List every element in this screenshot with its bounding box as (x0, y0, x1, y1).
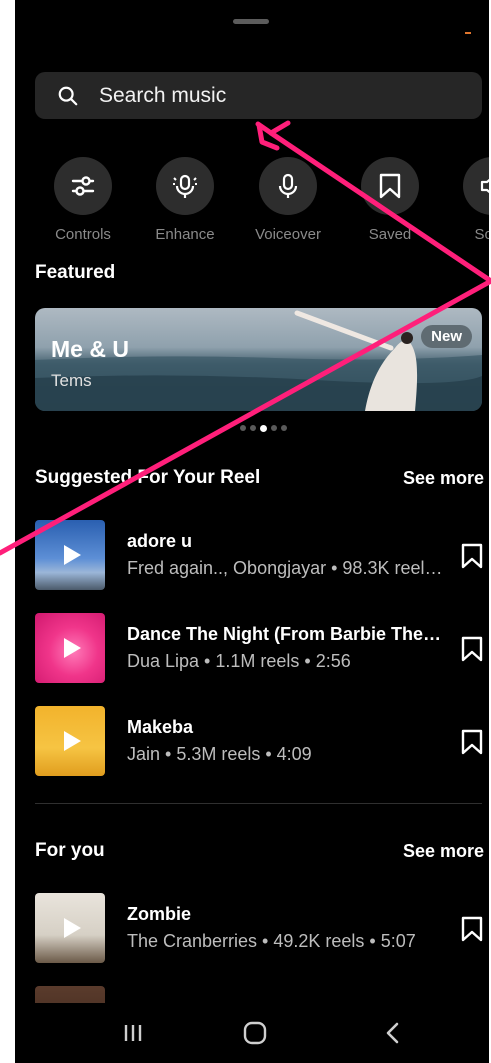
track-title: Makeba (127, 717, 194, 737)
drag-handle[interactable] (233, 19, 269, 24)
for-you-heading: For you (35, 840, 105, 861)
search-placeholder: Search music (99, 83, 227, 107)
carousel-dot[interactable] (271, 425, 277, 431)
suggested-heading: Suggested For Your Reel (35, 467, 261, 488)
carousel-dots (240, 424, 287, 432)
play-icon (64, 918, 81, 938)
album-art-adore-u[interactable] (35, 520, 105, 590)
album-art-makeba[interactable] (35, 706, 105, 776)
track-title: adore u (127, 531, 193, 551)
track-row[interactable]: Makeba Jain • 5.3M reels • 4:09 (35, 706, 485, 776)
carousel-dot[interactable] (240, 425, 246, 431)
bookmark-icon[interactable] (459, 542, 485, 570)
home-button[interactable] (225, 1003, 285, 1063)
bookmark-icon[interactable] (459, 635, 485, 663)
track-title: Zombie (127, 904, 192, 924)
track-meta: Jain • 5.3M reels • 4:09 (127, 744, 312, 764)
controls-label: Controls (55, 226, 111, 243)
saved-label: Saved (368, 226, 412, 243)
recent-apps-icon (124, 1025, 142, 1041)
sound-button[interactable]: Soun (447, 157, 489, 243)
home-icon (243, 1021, 267, 1045)
featured-heading: Featured (35, 262, 116, 283)
track-row[interactable]: Dance The Night (From Barbie The… Dua Li… (35, 613, 485, 683)
album-art-zombie[interactable] (35, 893, 105, 963)
play-icon (64, 638, 81, 658)
track-row[interactable]: adore u Fred again.., Obongjayar • 98.3K… (35, 520, 485, 590)
featured-track-title: Me & U (51, 336, 129, 362)
carousel-dot-active[interactable] (260, 424, 267, 432)
play-icon (64, 731, 81, 751)
track-title: Dance The Night (From Barbie The… (127, 624, 442, 644)
track-meta: Dua Lipa • 1.1M reels • 2:56 (127, 651, 351, 671)
enhance-label: Enhance (155, 226, 215, 243)
recent-apps-button[interactable] (103, 1003, 163, 1063)
track-meta: Fred again.., Obongjayar • 98.3K reel… (127, 558, 443, 578)
microphone-icon (278, 173, 298, 198)
featured-track-artist: Tems (51, 371, 92, 390)
featured-card[interactable]: Me & U Tems New (35, 308, 482, 411)
sound-label: Soun (474, 226, 489, 243)
back-chevron-icon (386, 1022, 399, 1044)
search-bar[interactable]: Search music (35, 72, 482, 119)
section-divider (35, 803, 482, 804)
play-icon (64, 545, 81, 565)
back-button[interactable] (363, 1003, 423, 1063)
music-picker-sheet: Search music Controls Enhance Voiceover … (15, 0, 489, 1063)
controls-button[interactable]: Controls (38, 157, 128, 243)
bookmark-icon (379, 173, 401, 199)
tools-row: Controls Enhance Voiceover Saved So (15, 157, 489, 247)
status-indicator (465, 32, 471, 34)
sliders-icon (71, 176, 95, 196)
saved-button[interactable]: Saved (345, 157, 435, 243)
album-art-dance-the-night[interactable] (35, 613, 105, 683)
voiceover-button[interactable]: Voiceover (243, 157, 333, 243)
new-badge: New (421, 325, 472, 348)
enhance-button[interactable]: Enhance (140, 157, 230, 243)
suggested-see-more-link[interactable]: See more (403, 468, 484, 489)
track-row[interactable]: Zombie The Cranberries • 49.2K reels • 5… (35, 893, 485, 963)
track-meta: The Cranberries • 49.2K reels • 5:07 (127, 931, 416, 951)
speaker-icon (480, 178, 489, 194)
search-icon (58, 86, 78, 105)
for-you-see-more-link[interactable]: See more (403, 841, 484, 862)
carousel-dot[interactable] (250, 425, 256, 431)
system-nav-bar (15, 1003, 489, 1063)
enhance-mic-icon (173, 174, 197, 198)
track-row-partial[interactable] (35, 986, 485, 1003)
bookmark-icon[interactable] (459, 728, 485, 756)
bookmark-icon[interactable] (459, 915, 485, 943)
voiceover-label: Voiceover (255, 226, 321, 243)
album-art-next-track[interactable] (35, 986, 105, 1003)
carousel-dot[interactable] (281, 425, 287, 431)
